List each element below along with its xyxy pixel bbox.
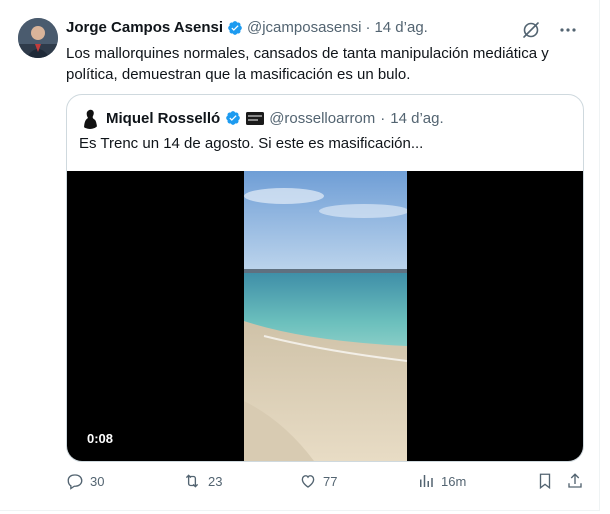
tweet-header: Jorge Campos Asensi @jcamposasensi · 14 …	[66, 19, 428, 36]
quoted-tweet[interactable]: Miquel Rosselló @rosselloarrom · 14 d’ag…	[66, 94, 584, 462]
video-frame[interactable]	[244, 171, 407, 461]
share-button[interactable]	[566, 472, 584, 490]
like-icon	[299, 472, 317, 490]
quoted-header: Miquel Rosselló @rosselloarrom · 14 d’ag…	[79, 107, 444, 129]
author-name[interactable]: Jorge Campos Asensi	[66, 19, 223, 36]
quoted-text: Es Trenc un 14 de agosto. Si este es mas…	[79, 135, 424, 152]
views-button[interactable]: 16m	[417, 472, 466, 490]
like-button[interactable]: 77	[299, 472, 337, 490]
separator-dot: ·	[380, 109, 386, 127]
quoted-author-avatar[interactable]	[79, 107, 101, 129]
retweet-count: 23	[208, 473, 223, 489]
quoted-author-name[interactable]: Miquel Rosselló	[106, 110, 220, 127]
separator-dot: ·	[365, 19, 371, 36]
bookmark-icon	[537, 472, 553, 490]
quoted-date[interactable]: 14 d’ag.	[390, 110, 443, 127]
affiliation-badge-icon	[246, 111, 265, 125]
action-bar: 30 23 77 16m	[66, 472, 586, 500]
tweet[interactable]: Jorge Campos Asensi @jcamposasensi · 14 …	[0, 0, 600, 511]
tweet-date[interactable]: 14 d’ag.	[374, 19, 427, 36]
share-icon	[566, 472, 584, 490]
bookmark-button[interactable]	[537, 472, 553, 490]
author-handle[interactable]: @jcamposasensi	[247, 19, 361, 36]
author-avatar[interactable]	[18, 18, 58, 58]
retweet-button[interactable]: 23	[182, 472, 222, 490]
views-icon	[417, 472, 435, 490]
reply-icon	[66, 472, 84, 490]
tweet-text: Los mallorquines normales, cansados de t…	[66, 45, 549, 83]
verified-badge-icon	[225, 110, 241, 126]
verified-badge-icon	[227, 20, 243, 36]
video-player[interactable]: 0:08	[67, 171, 583, 461]
retweet-icon	[182, 472, 202, 490]
grok-icon[interactable]	[521, 20, 541, 40]
views-count: 16m	[441, 473, 467, 489]
quoted-author-handle[interactable]: @rosselloarrom	[269, 110, 375, 127]
reply-button[interactable]: 30	[66, 472, 104, 490]
tweet-top-actions	[521, 20, 577, 40]
reply-count: 30	[90, 473, 105, 489]
like-count: 77	[323, 473, 338, 489]
more-icon[interactable]	[559, 21, 577, 39]
video-duration: 0:08	[87, 431, 114, 446]
